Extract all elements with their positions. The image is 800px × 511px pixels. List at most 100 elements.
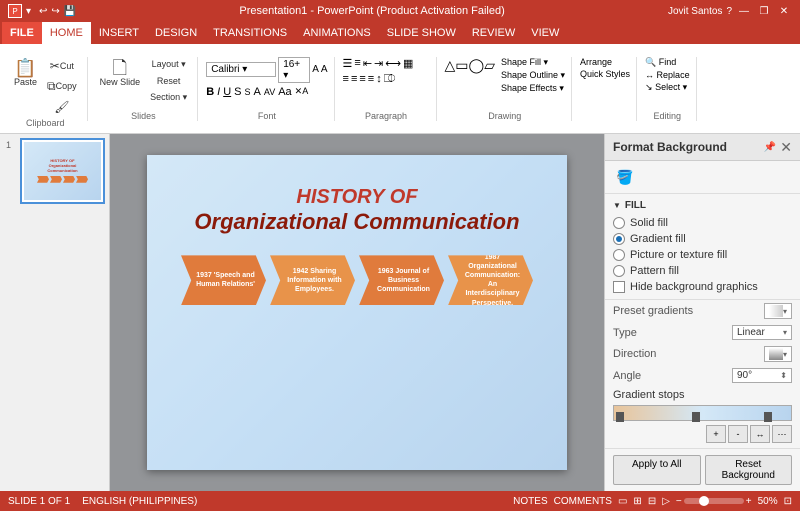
view-slide-icon[interactable]: ⊞ — [633, 496, 641, 507]
underline-button[interactable]: U — [223, 86, 231, 98]
gradient-fill-label: Gradient fill — [630, 233, 686, 245]
gradient-stop-3[interactable] — [764, 412, 772, 422]
close-panel-button[interactable]: ✕ — [780, 140, 792, 154]
decrease-indent-button[interactable]: ⇤ — [363, 57, 372, 70]
italic-button[interactable]: I — [217, 86, 220, 98]
zoom-out-button[interactable]: − — [676, 496, 682, 507]
view-slideshow-icon[interactable]: ▷ — [662, 496, 670, 507]
menu-home[interactable]: HOME — [42, 22, 91, 44]
fit-page-button[interactable]: ⊡ — [784, 496, 792, 507]
copy-icon: ⧉ — [47, 79, 56, 94]
angle-input[interactable]: 90° ⬍ — [732, 368, 792, 383]
menu-animations[interactable]: ANIMATIONS — [295, 22, 379, 44]
shape-fill-button[interactable]: Shape Fill ▾ — [501, 57, 565, 68]
canvas-area[interactable]: HISTORY OF Organizational Communication … — [110, 134, 604, 491]
restore-button[interactable]: ❐ — [756, 4, 772, 18]
direction-select[interactable]: ▾ — [764, 346, 792, 362]
increase-font-button[interactable]: A — [312, 64, 319, 75]
comments-button[interactable]: COMMENTS — [554, 496, 612, 507]
bullets-button[interactable]: ☰ — [343, 57, 353, 70]
shadow-button[interactable]: S — [245, 87, 251, 97]
radio-pattern-fill[interactable]: Pattern fill — [613, 265, 792, 277]
radio-solid-fill[interactable]: Solid fill — [613, 217, 792, 229]
format-panel-title: Format Background — [613, 140, 727, 154]
arrow-4[interactable]: 1987 Organizational Communication: An In… — [448, 255, 533, 305]
app-icon: P — [8, 4, 22, 18]
menu-insert[interactable]: INSERT — [91, 22, 147, 44]
reset-button[interactable]: Reset — [146, 74, 191, 88]
shapes-button[interactable]: △▭◯▱ — [445, 57, 495, 74]
justify-button[interactable]: ≡ — [368, 73, 374, 86]
menu-slideshow[interactable]: SLIDE SHOW — [379, 22, 464, 44]
layout-button[interactable]: Layout ▾ — [146, 57, 191, 72]
align-left-button[interactable]: ≡ — [343, 73, 349, 86]
cut-button[interactable]: ✂Cut — [43, 57, 81, 75]
pin-button[interactable]: 📌 — [764, 142, 776, 153]
direction-swatch — [769, 348, 783, 360]
minimize-button[interactable]: — — [736, 4, 752, 18]
slide-thumbnail[interactable]: HISTORY OFOrganizationalCommunication — [20, 138, 105, 204]
zoom-in-button[interactable]: + — [746, 496, 752, 507]
menu-file[interactable]: FILE — [2, 22, 42, 44]
arrow-1[interactable]: 1937 'Speech and Human Relations' — [181, 255, 266, 305]
reverse-stops-button[interactable]: ↔ — [750, 425, 770, 443]
columns-button[interactable]: ▦ — [403, 57, 413, 70]
direction-button[interactable]: ⟷ — [385, 57, 401, 70]
numbering-button[interactable]: ≡ — [354, 57, 360, 70]
type-select[interactable]: Linear ▾ — [732, 325, 792, 340]
font-color-button[interactable]: A — [254, 86, 261, 98]
close-button[interactable]: ✕ — [776, 4, 792, 18]
format-painter-button[interactable]: 🖌 — [43, 98, 81, 116]
smart-art-button[interactable]: ⎄ — [384, 73, 396, 86]
find-button[interactable]: 🔍 Find — [645, 57, 690, 68]
font-size-input[interactable]: 16+ ▾ — [278, 57, 310, 83]
char-spacing-button[interactable]: AV — [264, 87, 275, 97]
arrange-button[interactable]: Arrange — [580, 57, 630, 67]
case-button[interactable]: Aa — [278, 86, 291, 98]
hide-background-checkbox[interactable]: Hide background graphics — [613, 281, 792, 293]
menu-review[interactable]: REVIEW — [464, 22, 523, 44]
menu-transitions[interactable]: TRANSITIONS — [205, 22, 295, 44]
radio-picture-fill[interactable]: Picture or texture fill — [613, 249, 792, 261]
shape-effects-button[interactable]: Shape Effects ▾ — [501, 83, 565, 94]
paste-button[interactable]: 📋 Paste — [10, 57, 41, 89]
new-slide-button[interactable]: 🗋 New Slide — [96, 57, 145, 89]
arrow-2[interactable]: 1942 Sharing Information with Employees. — [270, 255, 355, 305]
bold-button[interactable]: B — [206, 86, 214, 98]
view-reading-icon[interactable]: ⊟ — [648, 496, 656, 507]
section-button[interactable]: Section ▾ — [146, 90, 191, 105]
gradient-stop-1[interactable] — [616, 412, 624, 422]
menu-view[interactable]: VIEW — [523, 22, 567, 44]
align-right-button[interactable]: ≡ — [359, 73, 365, 86]
zoom-slider[interactable] — [684, 498, 744, 504]
increase-indent-button[interactable]: ⇥ — [374, 57, 383, 70]
radio-gradient-fill[interactable]: Gradient fill — [613, 233, 792, 245]
line-spacing-button[interactable]: ↕ — [376, 73, 382, 86]
replace-button[interactable]: ↔ Replace — [645, 70, 690, 80]
more-options-button[interactable]: ⋯ — [772, 425, 792, 443]
preset-gradient-select[interactable]: ▾ — [764, 303, 792, 319]
remove-stop-button[interactable]: - — [728, 425, 748, 443]
slide-canvas[interactable]: HISTORY OF Organizational Communication … — [147, 155, 567, 470]
apply-to-all-button[interactable]: Apply to All — [613, 455, 701, 485]
gradient-stop-2[interactable] — [692, 412, 700, 422]
add-stop-button[interactable]: + — [706, 425, 726, 443]
select-button[interactable]: ↘ Select ▾ — [645, 82, 690, 93]
reset-background-button[interactable]: Reset Background — [705, 455, 793, 485]
menu-design[interactable]: DESIGN — [147, 22, 205, 44]
fill-icon-button[interactable]: 🪣 — [613, 165, 637, 189]
view-normal-icon[interactable]: ▭ — [618, 496, 627, 507]
notes-button[interactable]: NOTES — [513, 496, 547, 507]
copy-button[interactable]: ⧉Copy — [43, 77, 81, 96]
clear-format-button[interactable]: ✕A — [295, 86, 309, 97]
shape-outline-button[interactable]: Shape Outline ▾ — [501, 70, 565, 81]
format-scroll-area[interactable]: ▼ FILL Solid fill Gradient fill Picture … — [605, 194, 800, 448]
font-family-select[interactable]: Calibri ▾ — [206, 62, 276, 77]
arrow-3[interactable]: 1963 Journal of Business Communication — [359, 255, 444, 305]
gradient-bar-container[interactable] — [613, 405, 792, 421]
quick-styles-button[interactable]: Quick Styles — [580, 69, 630, 79]
align-center-button[interactable]: ≡ — [351, 73, 357, 86]
strikethrough-button[interactable]: S — [234, 86, 241, 98]
window-title: Presentation1 - PowerPoint (Product Acti… — [76, 5, 668, 17]
decrease-font-button[interactable]: A — [321, 64, 328, 75]
